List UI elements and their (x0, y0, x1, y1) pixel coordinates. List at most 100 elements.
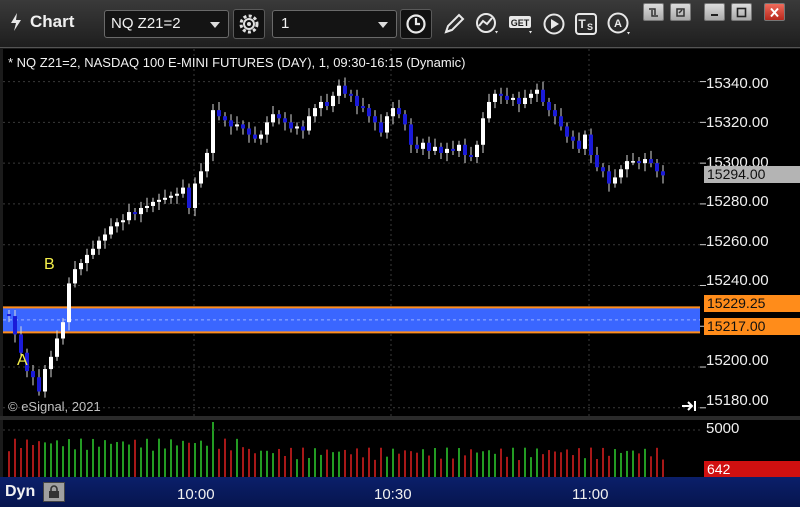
candle-body (571, 136, 575, 141)
candle-body (427, 142, 431, 151)
candle-body (109, 226, 113, 235)
candle-body (37, 377, 41, 392)
svg-text:T: T (578, 17, 586, 31)
interval-input[interactable]: 1 (272, 10, 397, 38)
candle-body (229, 120, 233, 127)
candle-body (163, 197, 167, 200)
candle-body (463, 144, 467, 155)
candle-body (271, 114, 275, 123)
candle-body (631, 161, 635, 163)
candle-body (403, 114, 407, 125)
candle-body (55, 338, 59, 357)
candle-body (505, 95, 509, 100)
candle-body (361, 106, 365, 109)
candle-body (523, 97, 527, 105)
candle-body (211, 110, 215, 153)
volume-last-tag: 642 (704, 461, 800, 478)
candle-body (397, 108, 401, 115)
candle-body (67, 283, 71, 323)
candle-body (475, 144, 479, 158)
candle-body (259, 134, 263, 139)
maximize-icon (736, 7, 747, 17)
svg-text:S: S (587, 22, 593, 32)
candle-body (253, 134, 257, 139)
price-axis-label: 15340.00 (706, 75, 769, 92)
window-title: Chart (8, 12, 74, 32)
candle-body (355, 95, 359, 107)
symbol-dropdown-icon[interactable] (210, 22, 220, 28)
dynamic-mode-label[interactable]: Dyn (5, 483, 35, 501)
volume-chart[interactable] (3, 420, 700, 477)
candle-body (349, 93, 353, 96)
candle-body (637, 161, 641, 164)
candle-body (577, 140, 581, 149)
candle-body (517, 97, 521, 105)
window-link-icon (676, 7, 685, 17)
candle-body (217, 110, 221, 117)
window-maximize-button[interactable] (731, 3, 752, 21)
candle-body (61, 322, 65, 339)
play-icon (543, 13, 565, 35)
candle-body (481, 118, 485, 145)
price-chart[interactable] (3, 49, 700, 416)
text-tool-button[interactable]: T S (570, 9, 602, 39)
chart-info-line: * NQ Z21=2, NASDAQ 100 E-MINI FUTURES (D… (8, 55, 466, 70)
candle-body (121, 220, 125, 223)
candle-body (19, 334, 23, 353)
volume-pane[interactable] (3, 420, 700, 477)
candle-body (451, 148, 455, 151)
get-data-button[interactable]: GET (506, 9, 538, 39)
studies-button[interactable] (472, 9, 504, 39)
candle-body (127, 212, 131, 221)
window-minimize-button[interactable] (704, 3, 725, 21)
volume-axis-label: 5000 (706, 420, 740, 437)
alert-icon: A (607, 12, 630, 35)
candle-body (601, 167, 605, 172)
window-restore-button[interactable] (643, 3, 664, 21)
candle-body (499, 93, 503, 96)
svg-text:GET: GET (511, 18, 530, 28)
candle-body (103, 234, 107, 241)
interval-value: 1 (281, 15, 290, 32)
interval-dropdown-icon[interactable] (378, 22, 388, 28)
candle-body (235, 124, 239, 127)
clock-icon (406, 14, 426, 34)
lock-button[interactable] (43, 482, 65, 502)
price-pane[interactable] (3, 49, 700, 416)
alert-button[interactable]: A (604, 9, 636, 39)
window-link-button[interactable] (670, 3, 691, 21)
get-data-icon: GET (509, 16, 532, 34)
esignal-watermark: © eSignal, 2021 (8, 399, 101, 414)
window-close-button[interactable] (764, 3, 785, 21)
candle-body (73, 269, 77, 284)
candle-body (643, 159, 647, 164)
symbol-input[interactable]: NQ Z21=2 (104, 10, 229, 38)
candle-body (493, 93, 497, 102)
candle-body (595, 154, 599, 168)
last-price-tag: 15294.00 (704, 166, 800, 183)
candle-body (553, 110, 557, 117)
time-label: 10:30 (374, 486, 412, 503)
time-template-button[interactable] (400, 9, 432, 39)
candle-body (439, 146, 443, 153)
candle-body (625, 161, 629, 170)
window-restore-icon (649, 7, 658, 17)
replay-button[interactable] (538, 9, 570, 39)
price-axis-label: 15320.00 (706, 114, 769, 131)
candle-body (199, 171, 203, 184)
candle-body (7, 314, 11, 317)
candle-body (541, 89, 545, 102)
candle-body (415, 144, 419, 149)
settings-button[interactable] (233, 9, 265, 39)
price-axis-label: 15200.00 (706, 352, 769, 369)
text-tool-icon: T S (575, 13, 597, 35)
candle-body (277, 114, 281, 119)
candle-body (301, 126, 305, 131)
candle-body (559, 116, 563, 127)
scroll-to-end-icon[interactable] (681, 399, 697, 413)
candle-body (289, 122, 293, 129)
candle-body (283, 118, 287, 123)
draw-tool-button[interactable] (438, 9, 470, 39)
pencil-draw-icon (444, 13, 465, 34)
candle-body (145, 205, 149, 208)
